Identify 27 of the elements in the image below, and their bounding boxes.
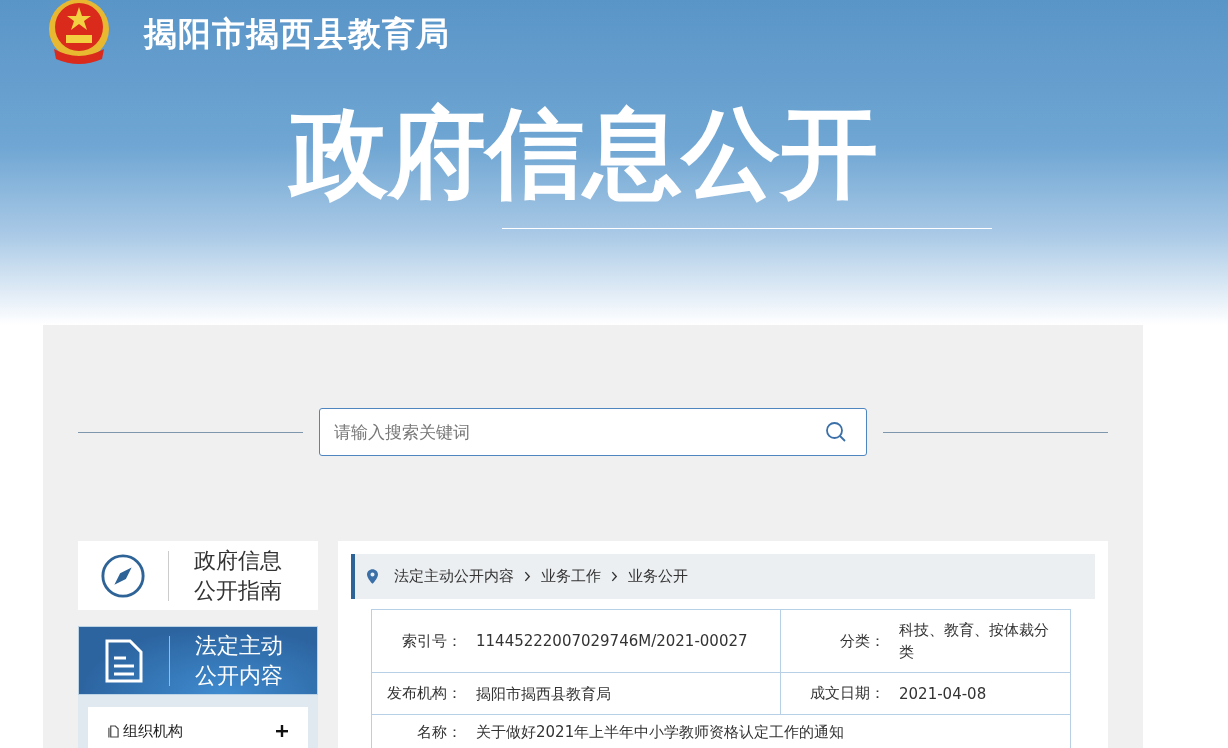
page-icon: [108, 724, 119, 738]
compass-icon: [100, 552, 146, 599]
field-value: 2021-04-08: [899, 683, 988, 705]
field-value: 关于做好2021年上半年中小学教师资格认定工作的通知: [476, 722, 845, 743]
field-value: 揭阳市揭西县教育局: [476, 683, 611, 705]
site-title: 揭阳市揭西县教育局: [144, 12, 450, 55]
field-label: 索引号：: [401, 631, 463, 651]
search-icon[interactable]: [825, 421, 847, 443]
field-label: 名称：: [416, 722, 463, 742]
search-field[interactable]: 请输入搜索关键词: [319, 408, 867, 456]
field-value: 11445222007029746M/2021-00027: [476, 631, 748, 652]
field-label: 成文日期：: [809, 684, 886, 703]
breadcrumb-link[interactable]: 业务公开: [628, 567, 688, 586]
sidebar-item[interactable]: 法定主动公开内容: [78, 626, 318, 695]
breadcrumb-link[interactable]: 法定主动公开内容: [394, 567, 514, 586]
breadcrumb-link[interactable]: 业务工作: [541, 567, 601, 586]
banner-title: 政府信息公开: [290, 100, 879, 208]
field-value: 科技、教育、按体裁分类: [899, 620, 1050, 663]
field-label: 发布机构：: [386, 684, 463, 703]
submenu-item[interactable]: 组织机构: [88, 707, 308, 748]
chevron-icon: [611, 571, 618, 582]
field-label: 分类：: [839, 631, 886, 651]
document-icon: [104, 637, 144, 684]
expand-icon[interactable]: [276, 725, 288, 737]
sidebar-item[interactable]: 政府信息公开指南: [78, 541, 318, 610]
chevron-icon: [524, 571, 531, 582]
location-pin-icon: [367, 569, 378, 584]
